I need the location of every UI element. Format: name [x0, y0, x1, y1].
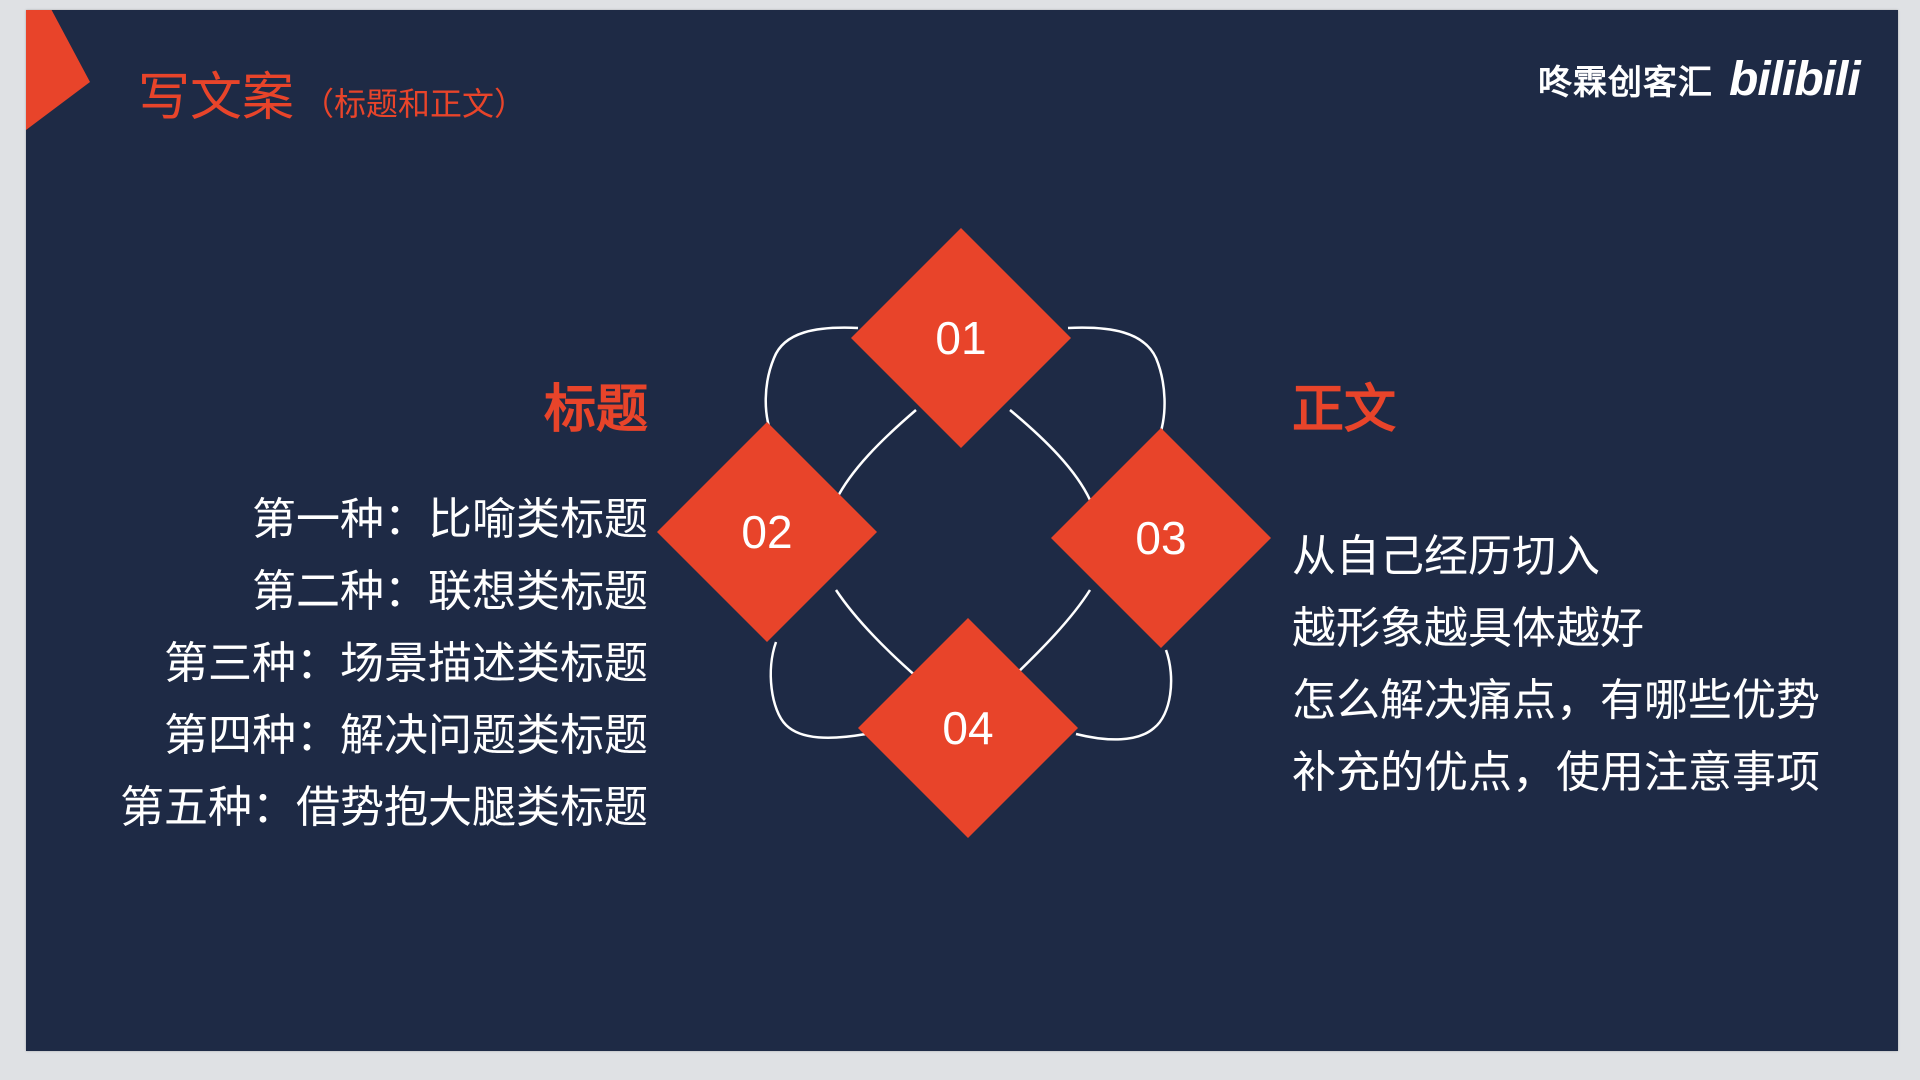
diamond-label-01: 01 [935, 312, 986, 364]
title-types-heading: 标题 [543, 380, 648, 440]
list-item: 第三种：场景描述类标题 [164, 638, 648, 689]
ring-bottom-left [769, 641, 867, 739]
diamond-04: 04 [858, 618, 1078, 838]
list-item: 越形象越具体越好 [1292, 603, 1644, 654]
diamond-label-02: 02 [741, 506, 792, 558]
list-item: 第四种：解决问题类标题 [164, 710, 648, 761]
ring-top-left [764, 326, 859, 441]
title-types-list: 第一种：比喻类标题 第二种：联想类标题 第三种：场景描述类标题 第四种：解决问题… [120, 484, 648, 844]
body-text-heading: 正文 [1292, 380, 1397, 440]
list-item: 第一种：比喻类标题 [252, 494, 648, 545]
diamond-label-03: 03 [1135, 512, 1186, 564]
slide: 写文案 （标题和正文） 咚霖创客汇 bilibili 01 02 03 04 标… [26, 10, 1898, 1051]
diamond-02: 02 [657, 422, 877, 642]
ring-top-right [1067, 326, 1166, 441]
list-item: 第二种：联想类标题 [252, 566, 648, 617]
diamond-03: 03 [1051, 428, 1271, 648]
diamond-01: 01 [851, 228, 1071, 448]
list-item: 怎么解决痛点，有哪些优势 [1292, 675, 1820, 726]
list-item: 第五种：借势抱大腿类标题 [120, 782, 648, 833]
list-item: 从自己经历切入 [1292, 531, 1600, 582]
body-text-tips-list: 从自己经历切入 越形象越具体越好 怎么解决痛点，有哪些优势 补充的优点，使用注意… [1292, 521, 1820, 809]
list-item: 补充的优点，使用注意事项 [1292, 747, 1820, 798]
diamond-label-04: 04 [942, 702, 993, 754]
ring-bottom-right [1075, 649, 1173, 741]
